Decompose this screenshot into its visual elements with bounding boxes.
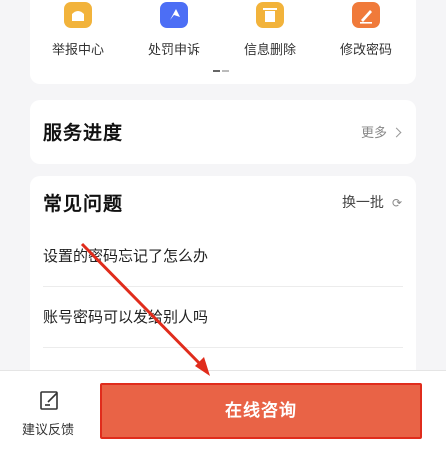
annotation-arrow [80,242,210,376]
